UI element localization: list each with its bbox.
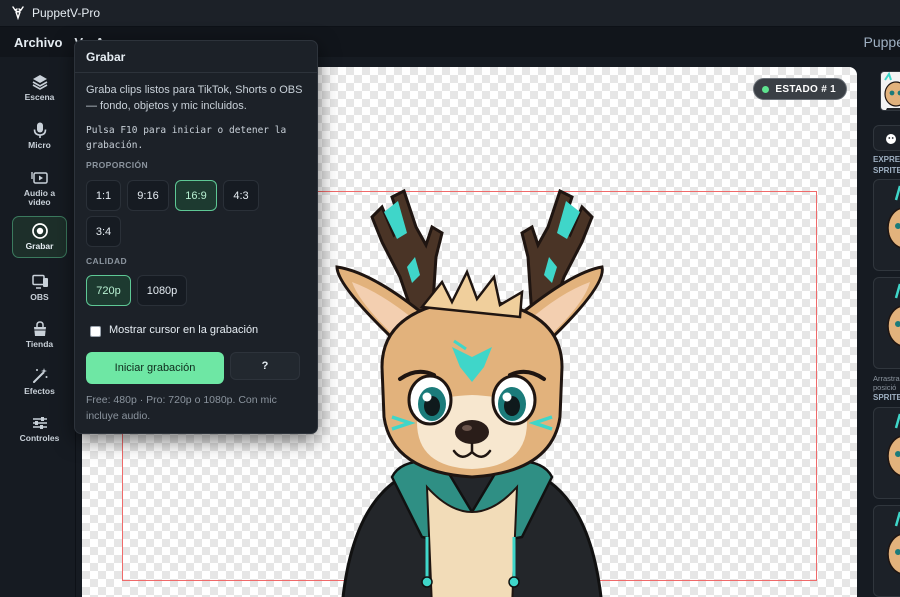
sidebar-item-escena[interactable]: Escena	[12, 71, 67, 113]
start-recording-button[interactable]: Iniciar grabación	[86, 352, 224, 384]
avatar-thumbnail[interactable]	[880, 71, 900, 111]
sidebar: Escena Micro Audio a video Grabar OBS Ti…	[0, 57, 76, 597]
sidebar-item-grabar[interactable]: Grabar	[12, 216, 67, 258]
eye-right	[491, 374, 537, 426]
record-popup: Grabar Graba clips listos para TikTok, S…	[74, 40, 318, 434]
ratio-section-title: PROPORCIÓN	[86, 160, 149, 170]
sidebar-item-label: Tienda	[25, 339, 54, 349]
emoji-button[interactable]	[873, 125, 900, 151]
sidebar-item-label: OBS	[30, 292, 49, 302]
ratio-option-3-4[interactable]: 3:4	[86, 216, 121, 247]
sprite-card[interactable]	[873, 179, 900, 271]
magic-wand-icon	[31, 367, 49, 385]
popup-footer-note: Free: 480p · Pro: 720p o 1080p. Con mic …	[86, 394, 277, 422]
deer-logo-icon	[12, 6, 24, 20]
sidebar-item-controles[interactable]: Controles	[12, 412, 67, 454]
sprite-card[interactable]	[873, 407, 900, 499]
help-button[interactable]: ?	[230, 352, 300, 380]
sprite-card[interactable]	[873, 505, 900, 597]
sidebar-item-tienda[interactable]: Tienda	[12, 318, 67, 360]
sprite-card[interactable]	[873, 277, 900, 369]
sidebar-item-label: Escena	[24, 92, 55, 102]
state-badge[interactable]: ESTADO # 1	[753, 78, 847, 100]
ratio-option-4-3[interactable]: 4:3	[223, 180, 259, 211]
show-cursor-checkbox[interactable]	[90, 326, 101, 337]
sidebar-item-label: Micro	[28, 140, 51, 150]
nose	[455, 420, 489, 444]
smiley-icon	[886, 134, 896, 144]
sidebar-item-audio-video[interactable]: Audio a video	[12, 167, 67, 209]
position-hint-text: posició	[873, 383, 897, 392]
popup-shortcut-hint: Pulsa F10 para iniciar o detener la grab…	[86, 125, 287, 151]
sidebar-item-efectos[interactable]: Efectos	[12, 365, 67, 407]
state-indicator-dot	[762, 85, 770, 93]
sprites-section-title-2: SPRITE	[873, 393, 900, 402]
sidebar-item-label: Controles	[19, 433, 60, 443]
quality-section-title: CALIDAD	[86, 256, 128, 266]
microphone-icon	[31, 121, 49, 139]
popup-title: Grabar	[75, 41, 317, 73]
sidebar-item-label: Grabar	[25, 241, 54, 251]
sidebar-item-label: Efectos	[24, 386, 55, 396]
quality-option-720p[interactable]: 720p	[86, 275, 131, 306]
sidebar-item-label: Audio a video	[23, 188, 56, 207]
sliders-icon	[31, 414, 49, 432]
monitor-icon	[31, 273, 49, 291]
right-panel: EXPRE SPRITE Arrastra posició SPRITE	[864, 57, 900, 597]
record-icon	[31, 222, 49, 240]
show-cursor-label[interactable]: Mostrar cursor en la grabación	[109, 324, 258, 336]
popup-description: Graba clips listos para TikTok, Shorts o…	[86, 84, 303, 112]
layers-icon	[31, 73, 49, 91]
menu-right-label[interactable]: Puppe	[864, 27, 900, 57]
sprites-section-title: SPRITE	[873, 166, 900, 175]
sidebar-item-obs[interactable]: OBS	[12, 271, 67, 313]
ratio-option-16-9[interactable]: 16:9	[175, 180, 217, 211]
state-label: ESTADO # 1	[775, 83, 836, 95]
title-bar: PuppetV-Pro	[0, 0, 900, 27]
quality-option-1080p[interactable]: 1080p	[137, 275, 187, 306]
sidebar-item-micro[interactable]: Micro	[12, 119, 67, 161]
menu-archivo[interactable]: Archivo	[8, 35, 68, 50]
ratio-option-1-1[interactable]: 1:1	[86, 180, 121, 211]
eye-left	[407, 374, 453, 426]
window-title: PuppetV-Pro	[32, 6, 101, 20]
ratio-option-9-16[interactable]: 9:16	[127, 180, 169, 211]
expressions-section-title: EXPRE	[873, 155, 900, 164]
drag-hint-text: Arrastra	[873, 374, 900, 383]
audio-video-icon	[30, 169, 49, 187]
shopping-bag-icon	[31, 320, 49, 338]
